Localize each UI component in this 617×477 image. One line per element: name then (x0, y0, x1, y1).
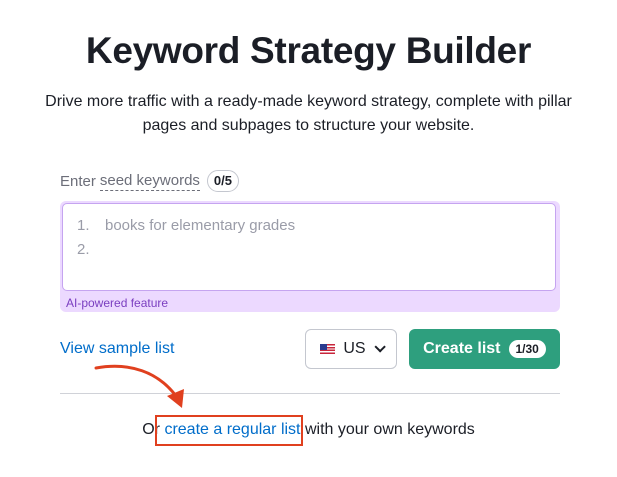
us-flag-icon (320, 344, 336, 354)
seed-keywords-counter: 0/5 (206, 170, 239, 192)
country-selector[interactable]: US (305, 329, 397, 369)
chevron-down-icon (374, 341, 386, 353)
keywords-textarea[interactable]: 1. books for elementary grades 2. (62, 203, 556, 291)
keyword-placeholder: books for elementary grades (105, 217, 296, 234)
regular-list-row: Or create a regular list with your own k… (0, 421, 617, 439)
page-title: Keyword Strategy Builder (85, 30, 532, 71)
create-list-counter: 1/30 (508, 340, 546, 358)
keyword-strategy-page: Keyword Strategy Builder Drive more traf… (0, 0, 617, 477)
ai-powered-input-wrapper: 1. books for elementary grades 2. AI-powe… (60, 201, 560, 312)
page-subtitle: Drive more traffic with a ready-made key… (45, 93, 572, 134)
country-code: US (343, 340, 366, 357)
view-sample-list-link[interactable]: View sample list (60, 340, 174, 358)
keyword-line-2: 2. (77, 241, 105, 258)
create-list-button[interactable]: Create list 1/30 (409, 329, 560, 369)
keyword-line-1: 1. books for elementary grades (77, 217, 295, 234)
seed-prefix: Enter (60, 172, 96, 190)
annotation-highlight-box (155, 415, 303, 446)
ai-powered-label: AI-powered feature (66, 296, 169, 310)
seed-keywords-link[interactable]: seed keywords (99, 172, 200, 191)
line-number: 1. (77, 217, 90, 234)
line-number: 2. (77, 241, 90, 258)
regular-list-suffix: with your own keywords (304, 421, 475, 438)
seed-keywords-label-row: Enter seed keywords 0/5 (60, 170, 239, 192)
create-list-label: Create list (423, 340, 501, 357)
divider (60, 393, 560, 394)
